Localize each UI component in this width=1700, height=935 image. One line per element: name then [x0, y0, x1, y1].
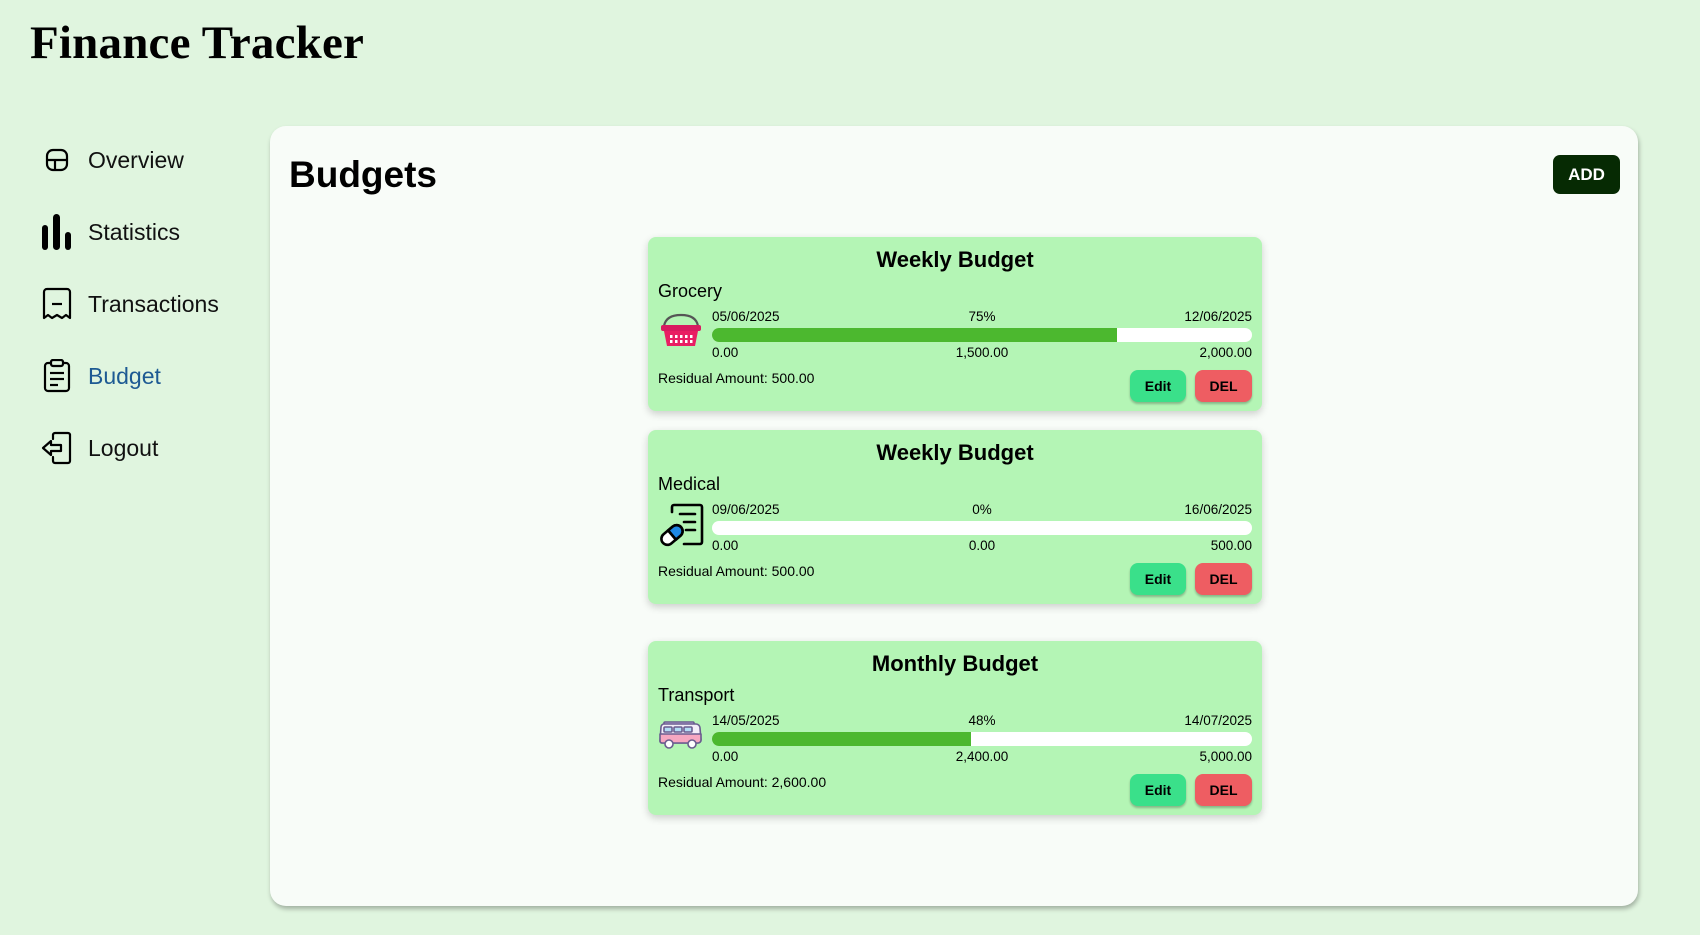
- budget-card: Weekly Budget Grocery 05/06/2025 75% 12/…: [648, 237, 1262, 411]
- budget-amount-row: 0.00 2,400.00 5,000.00: [712, 749, 1252, 765]
- limit-amount: 2,000.00: [1199, 345, 1252, 360]
- progress-bar: [712, 521, 1252, 535]
- logout-icon: [40, 431, 74, 465]
- budget-card: Monthly Budget Transport 14/05/2025 48% …: [648, 641, 1262, 815]
- progress-percent: 0%: [972, 502, 992, 517]
- residual-amount: Residual Amount: 500.00: [658, 370, 815, 386]
- delete-button[interactable]: DEL: [1195, 563, 1252, 595]
- edit-button[interactable]: Edit: [1130, 370, 1186, 402]
- budget-category: Transport: [658, 685, 735, 705]
- delete-button[interactable]: DEL: [1195, 774, 1252, 806]
- bar-chart-icon: [40, 214, 74, 250]
- edit-button[interactable]: Edit: [1130, 774, 1186, 806]
- delete-button[interactable]: DEL: [1195, 370, 1252, 402]
- limit-amount: 5,000.00: [1199, 749, 1252, 764]
- progress-bar: [712, 328, 1252, 342]
- budget-amount-row: 0.00 1,500.00 2,000.00: [712, 345, 1252, 361]
- sidebar-item-logout[interactable]: Logout: [40, 428, 260, 468]
- progress-fill: [712, 328, 1117, 342]
- spent-amount: 2,400.00: [955, 749, 1009, 764]
- start-date: 09/06/2025: [712, 502, 780, 517]
- progress-percent: 75%: [968, 309, 996, 324]
- receipt-icon: [40, 287, 74, 321]
- end-date: 12/06/2025: [1184, 309, 1252, 324]
- sidebar-item-overview[interactable]: Overview: [40, 140, 260, 180]
- budget-title: Weekly Budget: [876, 247, 1034, 272]
- budget-title: Weekly Budget: [876, 440, 1034, 465]
- progress-fill: [712, 732, 972, 746]
- budget-category: Medical: [658, 474, 721, 494]
- end-date: 14/07/2025: [1184, 713, 1252, 728]
- grocery-basket-icon: [658, 309, 704, 355]
- budget-date-row: 14/05/2025 48% 14/07/2025: [712, 713, 1252, 729]
- spent-amount: 1,500.00: [955, 345, 1009, 360]
- start-date: 05/06/2025: [712, 309, 780, 324]
- start-date: 14/05/2025: [712, 713, 780, 728]
- min-amount: 0.00: [712, 538, 739, 553]
- budget-category: Grocery: [658, 281, 723, 301]
- sidebar: Overview Statistics Transactions Budget …: [40, 140, 260, 500]
- sidebar-item-transactions[interactable]: Transactions: [40, 284, 260, 324]
- bus-icon: [658, 713, 704, 759]
- end-date: 16/06/2025: [1184, 502, 1252, 517]
- budgets-panel: Budgets ADD Weekly Budget Grocery 05/06/…: [270, 126, 1638, 906]
- budget-amount-row: 0.00 0.00 500.00: [712, 538, 1252, 554]
- sidebar-item-label: Transactions: [88, 290, 219, 317]
- residual-amount: Residual Amount: 500.00: [658, 563, 815, 579]
- sidebar-item-label: Budget: [88, 362, 161, 389]
- clipboard-icon: [40, 359, 74, 393]
- budget-title: Monthly Budget: [871, 651, 1039, 676]
- min-amount: 0.00: [712, 749, 739, 764]
- progress-percent: 48%: [968, 713, 996, 728]
- min-amount: 0.00: [712, 345, 739, 360]
- budget-date-row: 05/06/2025 75% 12/06/2025: [712, 309, 1252, 325]
- residual-amount: Residual Amount: 2,600.00: [658, 774, 827, 790]
- edit-button[interactable]: Edit: [1130, 563, 1186, 595]
- progress-bar: [712, 732, 1252, 746]
- sidebar-item-label: Statistics: [88, 218, 181, 245]
- sidebar-item-statistics[interactable]: Statistics: [40, 212, 260, 252]
- overview-icon: [40, 143, 74, 177]
- spent-amount: 0.00: [968, 538, 996, 553]
- sidebar-item-label: Overview: [88, 146, 184, 173]
- sidebar-item-label: Logout: [88, 434, 159, 461]
- app-title: Finance Tracker: [30, 17, 365, 69]
- page-title: Budgets: [289, 154, 437, 195]
- add-budget-button[interactable]: ADD: [1553, 155, 1620, 194]
- limit-amount: 500.00: [1210, 538, 1252, 553]
- medical-prescription-icon: [658, 502, 704, 548]
- sidebar-item-budget[interactable]: Budget: [40, 356, 260, 396]
- budget-date-row: 09/06/2025 0% 16/06/2025: [712, 502, 1252, 518]
- budget-card: Weekly Budget Medical 09/06/2025 0% 16/0…: [648, 430, 1262, 604]
